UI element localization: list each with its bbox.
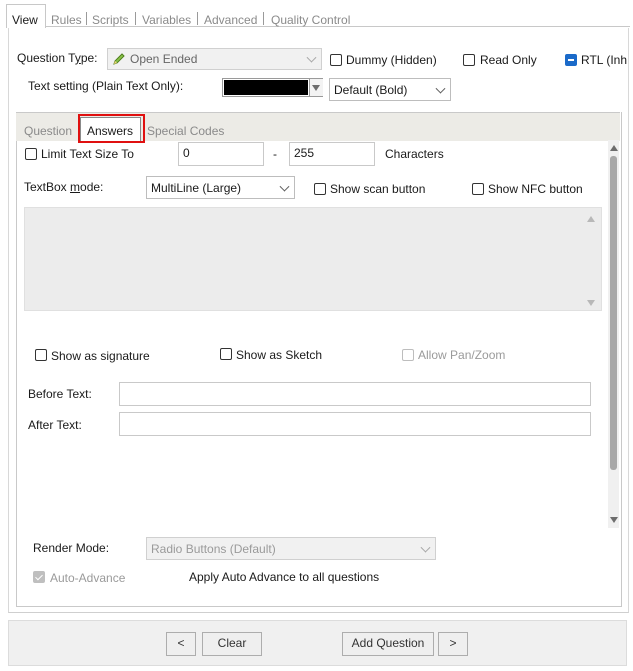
show-nfc-label: Show NFC button xyxy=(488,182,583,196)
show-signature-checkbox[interactable] xyxy=(35,349,47,361)
text-setting-label: Text setting (Plain Text Only): xyxy=(28,79,184,93)
scroll-up-arrow[interactable] xyxy=(587,216,595,222)
show-scan-label: Show scan button xyxy=(330,182,426,196)
allow-pan-checkbox[interactable] xyxy=(402,349,414,361)
subtab-question[interactable]: Question xyxy=(24,124,72,138)
limit-min-value: 0 xyxy=(183,146,190,160)
clear-button[interactable]: Clear xyxy=(202,632,262,656)
chevron-down-icon xyxy=(435,83,446,94)
font-style-value: Default (Bold) xyxy=(334,83,408,97)
show-sketch-checkbox[interactable] xyxy=(220,348,232,360)
render-mode-value: Radio Buttons (Default) xyxy=(151,542,276,556)
color-dropdown-button[interactable] xyxy=(309,79,323,96)
chevron-down-icon xyxy=(306,52,317,63)
tab-separator xyxy=(263,12,264,25)
scrollbar-down-arrow[interactable] xyxy=(610,517,618,523)
question-type-value: Open Ended xyxy=(130,52,198,66)
tab-quality-control[interactable]: Quality Control xyxy=(271,13,350,27)
tab-separator xyxy=(197,12,198,25)
color-swatch xyxy=(224,80,308,95)
show-signature-label: Show as signature xyxy=(51,349,150,363)
question-type-label: Question Type: xyxy=(17,51,98,65)
subtab-special-codes[interactable]: Special Codes xyxy=(147,124,224,138)
preview-textarea[interactable] xyxy=(24,207,602,311)
scrollbar-thumb[interactable] xyxy=(610,156,617,470)
render-mode-select[interactable]: Radio Buttons (Default) xyxy=(146,537,436,560)
characters-label: Characters xyxy=(385,147,444,161)
tab-advanced[interactable]: Advanced xyxy=(204,13,257,27)
next-button[interactable]: > xyxy=(438,632,468,656)
show-sketch-label: Show as Sketch xyxy=(236,348,323,362)
auto-advance-label: Auto-Advance xyxy=(50,571,126,585)
previous-label: < xyxy=(177,636,185,650)
chevron-down-icon xyxy=(279,181,290,192)
after-text-label: After Text: xyxy=(28,418,82,432)
auto-advance-checkbox[interactable] xyxy=(33,571,45,583)
tab-separator xyxy=(86,12,87,25)
tab-separator xyxy=(135,12,136,25)
textbox-mode-label: TextBox mode: xyxy=(24,180,104,194)
clear-label: Clear xyxy=(217,636,247,650)
text-color-picker[interactable] xyxy=(222,78,323,97)
next-label: > xyxy=(449,636,457,650)
footer-bar xyxy=(8,620,627,666)
question-type-select[interactable]: Open Ended xyxy=(107,48,322,70)
read-only-checkbox[interactable] xyxy=(463,54,475,66)
font-style-select[interactable]: Default (Bold) xyxy=(329,78,451,101)
add-question-label: Add Question xyxy=(351,636,425,650)
scrollbar-up-arrow[interactable] xyxy=(610,145,618,151)
dummy-label: Dummy (Hidden) xyxy=(346,53,437,67)
tab-view[interactable]: View xyxy=(12,13,38,27)
read-only-label: Read Only xyxy=(480,53,537,67)
dummy-checkbox[interactable] xyxy=(330,54,342,66)
limit-text-label: Limit Text Size To xyxy=(41,147,134,161)
after-text-input[interactable] xyxy=(119,412,591,436)
add-question-button[interactable]: Add Question xyxy=(342,632,434,656)
highlight-box xyxy=(78,114,145,143)
limit-min-input[interactable]: 0 xyxy=(178,142,264,166)
tab-scripts[interactable]: Scripts xyxy=(92,13,129,27)
tab-rules[interactable]: Rules xyxy=(51,13,82,27)
chevron-down-icon xyxy=(420,542,431,553)
before-text-label: Before Text: xyxy=(28,387,92,401)
show-nfc-checkbox[interactable] xyxy=(472,183,484,195)
caret-down-icon xyxy=(312,85,320,91)
tab-variables[interactable]: Variables xyxy=(142,13,191,27)
rtl-checkbox[interactable] xyxy=(565,54,577,66)
limit-text-checkbox[interactable] xyxy=(25,148,37,160)
textbox-mode-value: MultiLine (Large) xyxy=(151,181,242,195)
range-dash: - xyxy=(273,147,277,161)
render-mode-label: Render Mode: xyxy=(33,541,110,555)
limit-max-input[interactable]: 255 xyxy=(289,142,375,166)
before-text-input[interactable] xyxy=(119,382,591,406)
limit-max-value: 255 xyxy=(294,146,315,160)
pencil-icon xyxy=(112,52,126,69)
show-scan-checkbox[interactable] xyxy=(314,183,326,195)
apply-auto-advance-link[interactable]: Apply Auto Advance to all questions xyxy=(189,570,379,584)
scroll-down-arrow[interactable] xyxy=(587,300,595,306)
rtl-label: RTL (Inh xyxy=(581,53,628,67)
textbox-mode-select[interactable]: MultiLine (Large) xyxy=(146,176,295,199)
previous-button[interactable]: < xyxy=(166,632,196,656)
allow-pan-label: Allow Pan/Zoom xyxy=(418,348,506,362)
